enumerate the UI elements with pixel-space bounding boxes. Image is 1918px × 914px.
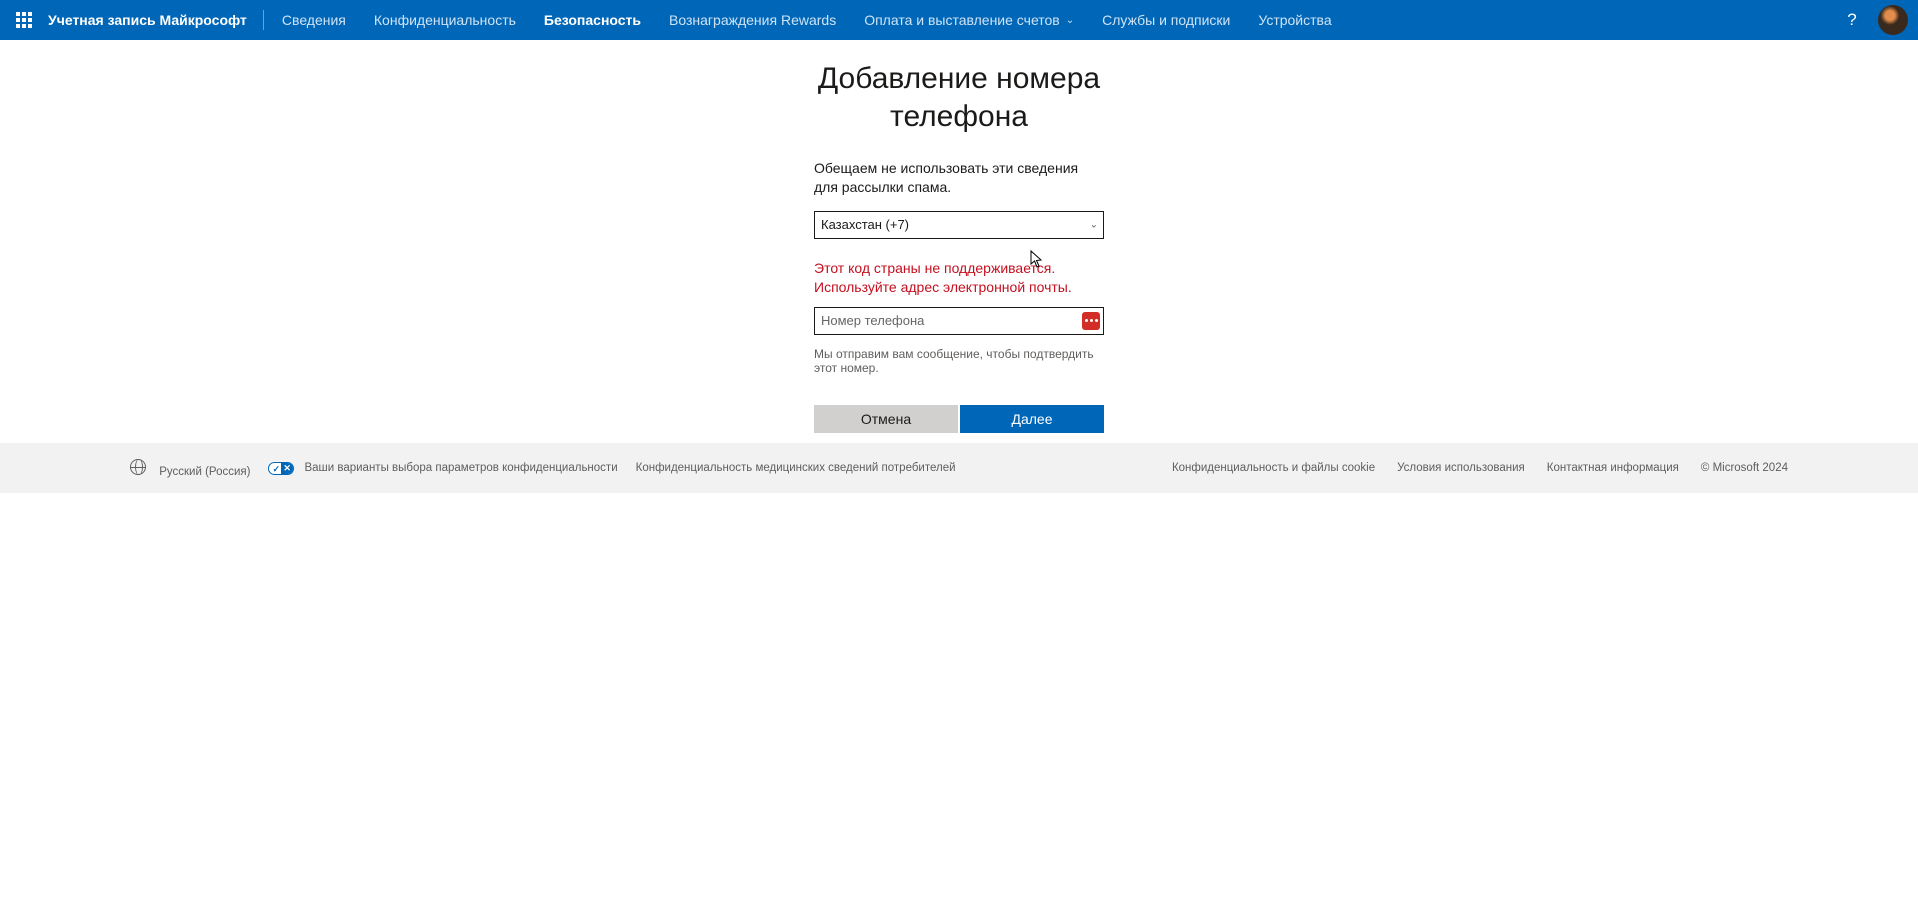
footer-health-privacy[interactable]: Конфиденциальность медицинских сведений … bbox=[636, 462, 956, 474]
nav-services[interactable]: Службы и подписки bbox=[1088, 0, 1244, 40]
brand-link[interactable]: Учетная запись Майкрософт bbox=[44, 12, 259, 28]
avatar[interactable] bbox=[1878, 5, 1908, 35]
top-nav-bar: Учетная запись Майкрософт Сведения Конфи… bbox=[0, 0, 1918, 40]
main-content: Добавление номера телефона Обещаем не ис… bbox=[0, 40, 1918, 433]
footer-privacy-cookies[interactable]: Конфиденциальность и файлы cookie bbox=[1172, 462, 1375, 474]
ccpa-label: Ваши варианты выбора параметров конфиден… bbox=[304, 462, 617, 474]
help-button[interactable]: ? bbox=[1832, 0, 1872, 40]
phone-input-wrap bbox=[814, 307, 1104, 335]
app-launcher-button[interactable] bbox=[4, 0, 44, 40]
cancel-button[interactable]: Отмена bbox=[814, 405, 958, 433]
next-button[interactable]: Далее bbox=[960, 405, 1104, 433]
globe-icon bbox=[130, 459, 146, 475]
password-manager-icon[interactable] bbox=[1082, 312, 1100, 330]
form-description: Обещаем не использовать эти сведения для… bbox=[814, 159, 1104, 197]
phone-number-input[interactable] bbox=[814, 307, 1104, 335]
footer-contact[interactable]: Контактная информация bbox=[1547, 462, 1679, 474]
footer-terms[interactable]: Условия использования bbox=[1397, 462, 1525, 474]
nav-rewards[interactable]: Вознаграждения Rewards bbox=[655, 0, 850, 40]
nav-billing[interactable]: Оплата и выставление счетов ⌄ bbox=[850, 0, 1088, 40]
waffle-icon bbox=[16, 12, 32, 28]
add-phone-form: Обещаем не использовать эти сведения для… bbox=[814, 159, 1104, 433]
nav-info[interactable]: Сведения bbox=[268, 0, 360, 40]
primary-nav: Сведения Конфиденциальность Безопасность… bbox=[268, 0, 1346, 40]
nav-privacy[interactable]: Конфиденциальность bbox=[360, 0, 530, 40]
country-select-wrap: Казахстан (+7) ⌄ bbox=[814, 211, 1104, 239]
error-message: Этот код страны не поддерживается. Испол… bbox=[814, 259, 1104, 297]
language-label: Русский (Россия) bbox=[159, 466, 250, 478]
ccpa-toggle-icon: ✓✕ bbox=[268, 462, 294, 475]
footer: Русский (Россия) ✓✕ Ваши варианты выбора… bbox=[0, 443, 1918, 493]
page-title: Добавление номера телефона bbox=[784, 60, 1134, 135]
language-selector[interactable]: Русский (Россия) bbox=[130, 459, 250, 478]
nav-separator bbox=[263, 10, 264, 30]
nav-billing-label: Оплата и выставление счетов bbox=[864, 12, 1060, 28]
form-buttons: Отмена Далее bbox=[814, 405, 1104, 433]
country-code-select[interactable]: Казахстан (+7) bbox=[814, 211, 1104, 239]
nav-devices[interactable]: Устройства bbox=[1244, 0, 1345, 40]
phone-hint: Мы отправим вам сообщение, чтобы подтвер… bbox=[814, 347, 1104, 375]
ccpa-link[interactable]: ✓✕ Ваши варианты выбора параметров конфи… bbox=[268, 462, 617, 475]
chevron-down-icon: ⌄ bbox=[1066, 15, 1074, 26]
footer-copyright: © Microsoft 2024 bbox=[1701, 462, 1788, 474]
nav-security[interactable]: Безопасность bbox=[530, 0, 655, 40]
